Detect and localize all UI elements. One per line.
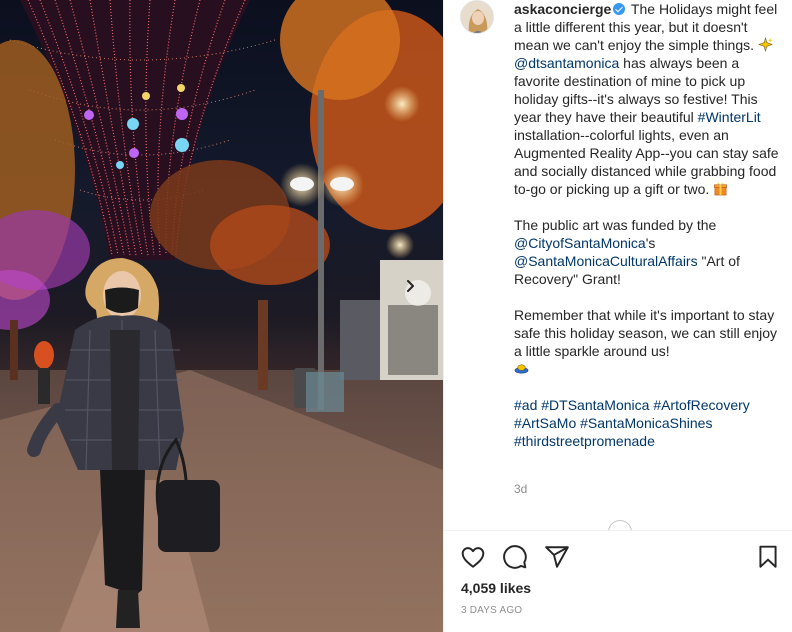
comment-icon xyxy=(503,545,527,569)
caption-timestamp[interactable]: 3d xyxy=(514,482,527,496)
hashtag-link[interactable]: #thirdstreetpromenade xyxy=(514,433,655,449)
caption-text: 's xyxy=(645,235,656,251)
bookmark-icon xyxy=(759,545,777,568)
chevron-right-icon xyxy=(407,280,414,292)
action-bar: 4,059 likes 3 DAYS AGO xyxy=(444,530,792,632)
loading-spinner-icon xyxy=(608,520,632,530)
caption-text: The public art was funded by the xyxy=(514,217,717,233)
like-button[interactable] xyxy=(460,544,486,570)
mention-link[interactable]: @CityofSantaMonica xyxy=(514,235,646,251)
mention-link[interactable]: @dtsantamonica xyxy=(514,55,619,71)
next-image-button[interactable] xyxy=(405,280,431,306)
avatar[interactable] xyxy=(460,0,494,34)
caption-username[interactable]: askaconcierge xyxy=(514,1,611,17)
post-photo[interactable] xyxy=(0,0,443,632)
hashtag-list: #ad #DTSantaMonica #ArtofRecovery #ArtSa… xyxy=(514,396,782,450)
post-sidebar: askaconcierge The Holidays might feel a … xyxy=(443,0,792,632)
gift-emoji-icon xyxy=(714,182,728,196)
heart-icon xyxy=(461,547,485,568)
like-count[interactable]: 4,059 likes xyxy=(461,580,531,596)
post-date[interactable]: 3 DAYS AGO xyxy=(461,605,522,616)
caption-text: installation--colorful lights, even an A… xyxy=(514,127,779,197)
hashtag-link[interactable]: #ArtSaMo xyxy=(514,415,576,431)
caption-area[interactable]: askaconcierge The Holidays might feel a … xyxy=(444,0,792,530)
post-caption: askaconcierge The Holidays might feel a … xyxy=(514,0,782,450)
profile-photo xyxy=(461,1,493,33)
sparkles-emoji-icon xyxy=(758,37,773,52)
hashtag-link[interactable]: #SantaMonicaShines xyxy=(580,415,712,431)
share-button[interactable] xyxy=(544,544,570,570)
comment-button[interactable] xyxy=(502,544,528,570)
paper-plane-icon xyxy=(545,546,569,568)
promenade-photo-illustration xyxy=(0,0,443,632)
caption-text: Remember that while it's important to st… xyxy=(514,307,778,359)
saucer-emoji-icon xyxy=(514,364,529,374)
mention-link[interactable]: @SantaMonicaCulturalAffairs xyxy=(514,253,698,269)
save-button[interactable] xyxy=(755,544,781,570)
hashtag-link[interactable]: #ArtofRecovery xyxy=(653,397,749,413)
hashtag-link[interactable]: #DTSantaMonica xyxy=(541,397,649,413)
hashtag-link[interactable]: #ad xyxy=(514,397,537,413)
caption-paragraph: Remember that while it's important to st… xyxy=(514,306,782,378)
caption-paragraph: The public art was funded by the @Cityof… xyxy=(514,216,782,288)
verified-badge-icon xyxy=(613,3,626,15)
hashtag-link[interactable]: #WinterLit xyxy=(698,109,761,125)
